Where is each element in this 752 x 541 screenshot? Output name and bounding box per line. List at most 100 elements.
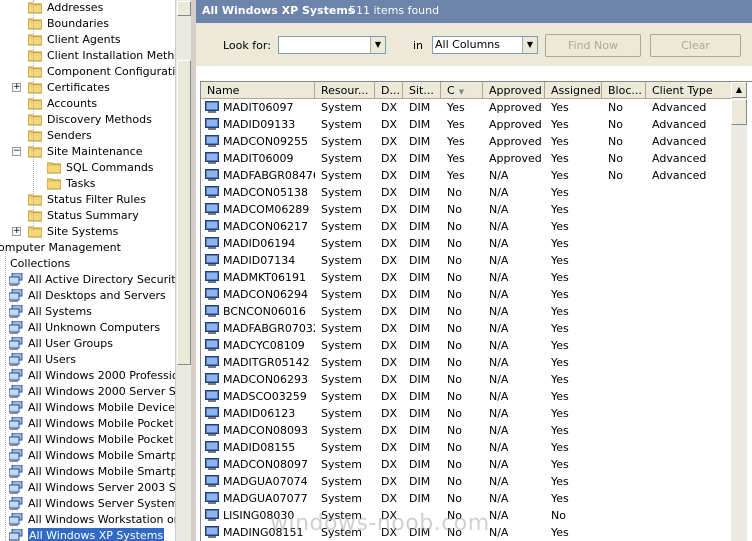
tree-item[interactable]: All Windows 2000 Server Syste bbox=[0, 384, 175, 400]
table-row[interactable]: MADID06123 System DX DIM No N/A Yes bbox=[201, 405, 731, 422]
table-row[interactable]: MADCON09255 System DX DIM Yes Approved Yes No Ad… bbox=[201, 133, 731, 150]
tree-item[interactable]: Boundaries bbox=[0, 16, 175, 32]
tree-item[interactable]: Status Summary bbox=[0, 208, 175, 224]
expand-icon[interactable]: + bbox=[12, 83, 21, 92]
table-row[interactable]: MADSCO03259 System DX DIM No N/A Yes bbox=[201, 388, 731, 405]
column-header[interactable]: Assigned bbox=[545, 82, 602, 99]
table-cell: Yes bbox=[551, 169, 569, 182]
table-cell bbox=[608, 269, 646, 286]
chevron-down-icon[interactable]: ▼ bbox=[522, 37, 537, 53]
tree-item[interactable]: All Windows 2000 Professional bbox=[0, 368, 175, 384]
tree-item[interactable]: All Users bbox=[0, 352, 175, 368]
table-row[interactable]: MADCON05138 System DX DIM No N/A Yes bbox=[201, 184, 731, 201]
table-cell: Advanced bbox=[652, 118, 707, 131]
tree-item[interactable]: Senders bbox=[0, 128, 175, 144]
chevron-down-icon[interactable]: ▼ bbox=[370, 37, 385, 53]
column-header[interactable]: Bloc... bbox=[602, 82, 646, 99]
tree-item[interactable]: All Systems bbox=[0, 304, 175, 320]
table-row[interactable]: MADCON08097 System DX DIM No N/A Yes bbox=[201, 456, 731, 473]
folder-icon bbox=[27, 145, 43, 158]
collapse-icon[interactable]: − bbox=[12, 147, 21, 156]
column-header[interactable]: Sit... bbox=[403, 82, 441, 99]
table-row[interactable]: MADCON08093 System DX DIM No N/A Yes bbox=[201, 422, 731, 439]
table-cell: No bbox=[447, 203, 462, 216]
table-row[interactable]: MADID08155 System DX DIM No N/A Yes bbox=[201, 439, 731, 456]
tree-item[interactable]: Component Configuration bbox=[0, 64, 175, 80]
look-for-label: Look for: bbox=[223, 39, 271, 52]
column-header[interactable]: D... bbox=[375, 82, 403, 99]
column-header[interactable]: Approved bbox=[483, 82, 545, 99]
tree-item[interactable]: + Site Systems bbox=[0, 224, 175, 240]
tree-item[interactable]: All Windows Mobile Smartphon bbox=[0, 464, 175, 480]
tree-item[interactable]: All Windows Mobile Pocket PC 5 bbox=[0, 432, 175, 448]
table-cell: DX bbox=[381, 475, 398, 488]
tree-item[interactable]: Collections bbox=[0, 256, 175, 272]
tree-item[interactable]: All Desktops and Servers bbox=[0, 288, 175, 304]
column-header[interactable]: Client Type bbox=[646, 82, 735, 99]
tree-item[interactable]: Status Filter Rules bbox=[0, 192, 175, 208]
table-cell: N/A bbox=[489, 237, 509, 250]
table-row[interactable]: MADFABGR08476 System DX DIM Yes N/A Yes No Advan… bbox=[201, 167, 731, 184]
column-header[interactable]: C ▼ bbox=[441, 82, 483, 99]
tree-item[interactable]: All Windows Server Systems bbox=[0, 496, 175, 512]
table-row[interactable]: MADCOM06289 System DX DIM No N/A Yes bbox=[201, 201, 731, 218]
table-row[interactable]: MADCON06294 System DX DIM No N/A Yes bbox=[201, 286, 731, 303]
in-columns-select[interactable]: All Columns ▼ bbox=[432, 36, 538, 54]
table-cell bbox=[608, 286, 646, 303]
tree-item[interactable]: All Windows Mobile Smartphon bbox=[0, 448, 175, 464]
table-cell: MADID07134 bbox=[223, 254, 296, 267]
tree-item[interactable]: SQL Commands bbox=[0, 160, 175, 176]
table-row[interactable]: MADCON06217 System DX DIM No N/A Yes bbox=[201, 218, 731, 235]
table-cell: No bbox=[447, 475, 462, 488]
tree-item[interactable]: Addresses bbox=[0, 0, 175, 16]
table-cell: Yes bbox=[551, 390, 569, 403]
tree-item[interactable]: All User Groups bbox=[0, 336, 175, 352]
tree-item[interactable]: Tasks bbox=[0, 176, 175, 192]
tree-item[interactable]: All Windows Workstation or Pr bbox=[0, 512, 175, 528]
table-row[interactable]: MADID09133 System DX DIM Yes Approved Yes No Adv… bbox=[201, 116, 731, 133]
find-now-button[interactable]: Find Now bbox=[545, 34, 641, 57]
table-row[interactable]: BCNCON06016 System DX DIM No N/A Yes bbox=[201, 303, 731, 320]
table-row[interactable]: MADGUA07074 System DX DIM No N/A Yes bbox=[201, 473, 731, 490]
tree-item[interactable]: Discovery Methods bbox=[0, 112, 175, 128]
clear-button[interactable]: Clear bbox=[650, 34, 741, 57]
list-scroll-thumb[interactable] bbox=[731, 99, 747, 125]
table-row[interactable]: MADGUA07077 System DX DIM No N/A Yes bbox=[201, 490, 731, 507]
look-for-input[interactable]: ▼ bbox=[278, 36, 386, 54]
tree-scroll-up-button[interactable] bbox=[177, 1, 191, 16]
column-header-label: Resour... bbox=[321, 84, 369, 97]
table-cell: System bbox=[321, 390, 363, 403]
tree-item[interactable]: Client Agents bbox=[0, 32, 175, 48]
tree-item[interactable]: + Certificates bbox=[0, 80, 175, 96]
list-scrollbar[interactable]: ▲ bbox=[731, 82, 747, 541]
table-row[interactable]: MADIT06097 System DX DIM Yes Approved Yes No Adv… bbox=[201, 99, 731, 116]
tree-item[interactable]: Accounts bbox=[0, 96, 175, 112]
table-cell bbox=[652, 320, 735, 337]
table-row[interactable]: MADFABGR07032 System DX DIM No N/A Yes bbox=[201, 320, 731, 337]
tree-item[interactable]: All Unknown Computers bbox=[0, 320, 175, 336]
table-row[interactable]: MADCON06293 System DX DIM No N/A Yes bbox=[201, 371, 731, 388]
tree-item[interactable]: All Active Directory Security Gr bbox=[0, 272, 175, 288]
table-row[interactable]: MADCYC08109 System DX DIM No N/A Yes bbox=[201, 337, 731, 354]
table-row[interactable]: MADIT06009 System DX DIM Yes Approved Yes No Adv… bbox=[201, 150, 731, 167]
column-header[interactable]: Resour... bbox=[315, 82, 375, 99]
computer-icon bbox=[205, 322, 219, 334]
list-scroll-up-button[interactable]: ▲ bbox=[731, 82, 747, 98]
tree-item[interactable]: Client Installation Methods bbox=[0, 48, 175, 64]
table-row[interactable]: MADITGR05142 System DX DIM No N/A Yes bbox=[201, 354, 731, 371]
tree-item[interactable]: All Windows XP Systems bbox=[0, 528, 175, 541]
table-cell: MADCON08093 bbox=[223, 424, 309, 437]
tree-scrollbar[interactable] bbox=[175, 0, 191, 541]
table-cell bbox=[608, 405, 646, 422]
tree-item[interactable]: All Windows Mobile Devices bbox=[0, 400, 175, 416]
table-row[interactable]: MADMKT06191 System DX DIM No N/A Yes bbox=[201, 269, 731, 286]
tree-item[interactable]: omputer Management bbox=[0, 240, 175, 256]
table-row[interactable]: MADID06194 System DX DIM No N/A Yes bbox=[201, 235, 731, 252]
tree-item[interactable]: All Windows Mobile Pocket PC 2 bbox=[0, 416, 175, 432]
expand-icon[interactable]: + bbox=[12, 227, 21, 236]
tree-scroll-thumb[interactable] bbox=[177, 60, 191, 365]
table-row[interactable]: MADID07134 System DX DIM No N/A Yes bbox=[201, 252, 731, 269]
tree-item[interactable]: All Windows Server 2003 Syste bbox=[0, 480, 175, 496]
tree-item[interactable]: − Site Maintenance bbox=[0, 144, 175, 160]
column-header[interactable]: Name bbox=[201, 82, 315, 99]
